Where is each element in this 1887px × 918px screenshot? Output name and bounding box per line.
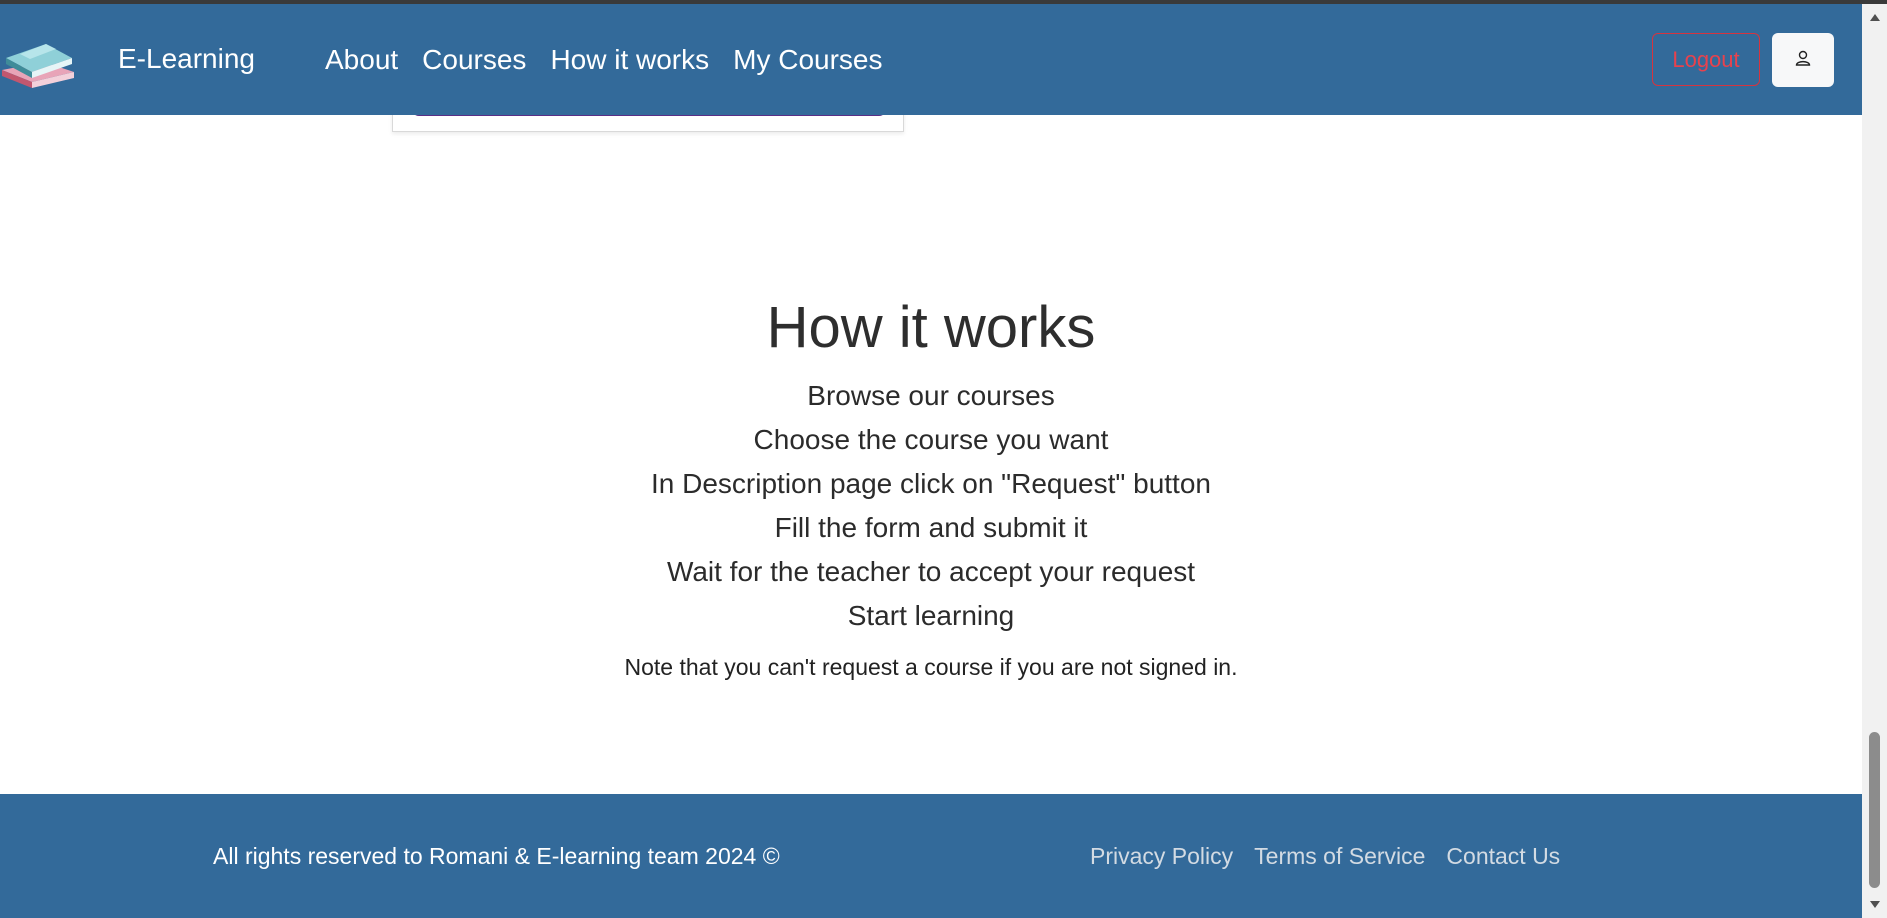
vertical-scrollbar[interactable]	[1862, 4, 1887, 918]
nav-link-my-courses[interactable]: My Courses	[733, 43, 882, 77]
nav-link-how-it-works[interactable]: How it works	[550, 43, 709, 77]
footer-link-terms-of-service[interactable]: Terms of Service	[1254, 842, 1425, 870]
step-item: In Description page click on "Request" b…	[651, 468, 1211, 499]
step-item: Browse our courses	[807, 380, 1055, 411]
footer: All rights reserved to Romani & E-learni…	[0, 794, 1862, 918]
how-it-works-section: How it works Browse our courses Choose t…	[0, 290, 1862, 682]
copyright-text: All rights reserved to Romani & E-learni…	[213, 843, 780, 869]
step-item: Start learning	[847, 600, 1015, 631]
step-item: Choose the course you want	[753, 424, 1109, 455]
books-logo-icon[interactable]	[0, 32, 76, 90]
nav-link-about[interactable]: About	[325, 43, 398, 77]
user-profile-button[interactable]	[1772, 33, 1834, 87]
step-item: Fill the form and submit it	[774, 512, 1088, 543]
scroll-up-arrow-icon[interactable]	[1862, 8, 1887, 26]
footer-link-contact-us[interactable]: Contact Us	[1446, 842, 1560, 870]
navbar: E-Learning About Courses How it works My…	[0, 4, 1862, 115]
nav-links: About Courses How it works My Courses	[325, 43, 883, 77]
section-title: How it works	[766, 295, 1096, 360]
sign-in-note: Note that you can't request a course if …	[624, 654, 1238, 680]
footer-link-privacy-policy[interactable]: Privacy Policy	[1090, 842, 1233, 870]
step-item: Wait for the teacher to accept your requ…	[666, 556, 1196, 587]
logout-button[interactable]: Logout	[1652, 33, 1760, 86]
steps-list: Browse our courses Choose the course you…	[0, 374, 1862, 638]
footer-links: Privacy Policy Terms of Service Contact …	[1090, 842, 1560, 870]
scroll-down-arrow-icon[interactable]	[1862, 896, 1887, 914]
nav-link-courses[interactable]: Courses	[422, 43, 526, 77]
brand-title[interactable]: E-Learning	[118, 42, 255, 76]
scrollbar-thumb[interactable]	[1869, 732, 1880, 888]
user-icon	[1794, 49, 1812, 72]
